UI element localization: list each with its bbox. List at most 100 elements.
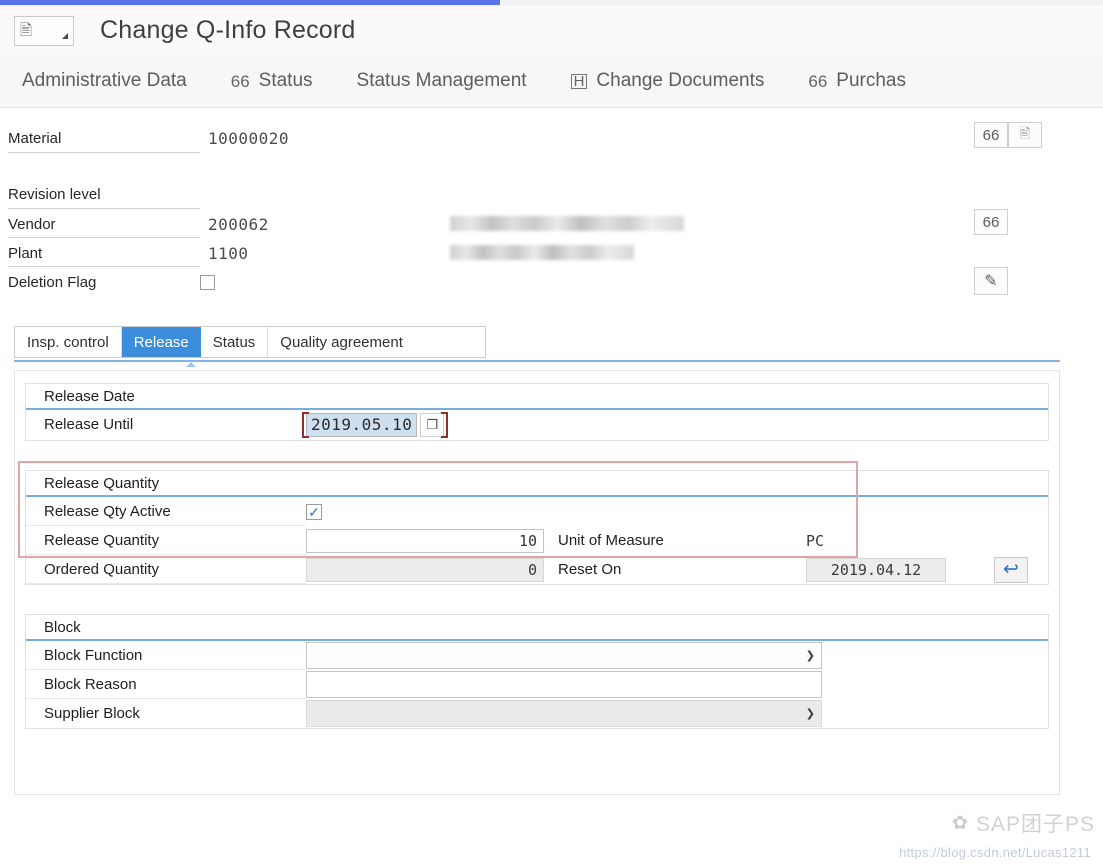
- edit-document-icon: ✎: [984, 273, 998, 290]
- edit-deletion-button[interactable]: ✎: [974, 267, 1008, 295]
- supplier-block-label: Supplier Block: [44, 705, 140, 722]
- navigation-tab-strip: Administrative Data 66 Status Status Man…: [0, 55, 1103, 108]
- release-tab-content-panel: Release Date Release Until 2019.05.10 ❐ …: [14, 370, 1060, 795]
- copy-icon: ❐: [426, 416, 439, 432]
- nav-tab-status[interactable]: 66 Status: [209, 55, 335, 107]
- field-row-release-until: Release Until 2019.05.10 ❐: [26, 410, 1048, 439]
- block-group: Block Block Function ❯ Block Reason Supp…: [25, 614, 1049, 729]
- block-reason-input[interactable]: [306, 671, 822, 698]
- record-card-icon-button[interactable]: 🖹: [14, 15, 74, 46]
- release-until-label: Release Until: [44, 416, 134, 433]
- glasses-icon: 66: [982, 126, 1000, 144]
- material-label: Material: [8, 129, 62, 147]
- display-material-button[interactable]: 66: [974, 122, 1008, 148]
- focus-bracket-left-icon: [302, 411, 309, 438]
- nav-tab-label: Change Documents: [596, 70, 765, 91]
- plant-value: 1100: [208, 243, 249, 263]
- nav-tab-label: Administrative Data: [22, 70, 187, 91]
- nav-tab-administrative-data[interactable]: Administrative Data: [0, 55, 209, 107]
- field-row-block-reason: Block Reason: [26, 670, 1048, 699]
- release-quantity-label: Release Quantity: [26, 526, 306, 555]
- reset-on-value: 2019.04.12: [806, 557, 946, 582]
- block-function-label: Block Function: [26, 641, 306, 670]
- nav-tab-change-documents[interactable]: H Change Documents: [549, 55, 787, 107]
- unit-of-measure-value: PC: [806, 531, 825, 550]
- field-row-vendor: Vendor 200062: [0, 210, 269, 238]
- chevron-down-icon: ❯: [805, 707, 815, 720]
- vendor-value: 200062: [208, 214, 269, 234]
- vendor-label: Vendor: [8, 215, 56, 233]
- watermark-logo: ✿ SAP团子PS: [952, 808, 1095, 838]
- deletion-flag-label: Deletion Flag: [8, 273, 97, 291]
- reset-on-label: Reset On: [558, 561, 622, 578]
- active-subtab-caret-icon: [186, 362, 196, 367]
- glasses-icon: 66: [982, 213, 1000, 231]
- subtab-release[interactable]: Release: [121, 327, 201, 357]
- chevron-down-icon: ❯: [805, 649, 815, 662]
- watermark-text: SAP团子PS: [975, 813, 1095, 836]
- title-bar: 🖹 Change Q-Info Record: [0, 6, 1103, 55]
- field-row-material: Material 10000020: [0, 124, 289, 152]
- display-vendor-button[interactable]: 66: [974, 209, 1008, 235]
- page-title: Change Q-Info Record: [100, 16, 356, 44]
- subtab-label: Insp. control: [27, 333, 109, 351]
- field-row-block-function: Block Function ❯: [26, 641, 1048, 670]
- field-row-release-quantity: Release Quantity 10 Unit of Measure PC: [26, 526, 1048, 555]
- glasses-icon: 66: [808, 71, 828, 91]
- revision-level-underline: [8, 208, 200, 209]
- block-group-title: Block: [26, 615, 1048, 641]
- reset-undo-button[interactable]: ↩: [994, 556, 1028, 583]
- unit-of-measure-label: Unit of Measure: [558, 532, 664, 549]
- supplier-block-select[interactable]: ❯: [306, 700, 822, 727]
- record-card-icon: 🖹: [20, 22, 33, 39]
- subtab-label: Quality agreement: [280, 333, 403, 351]
- subtab-status[interactable]: Status: [201, 327, 269, 357]
- release-quantity-group-title: Release Quantity: [26, 471, 1048, 497]
- glasses-icon: 66: [230, 71, 250, 91]
- ordered-quantity-value: 0: [306, 557, 544, 582]
- field-row-deletion-flag: Deletion Flag: [0, 268, 215, 296]
- plant-label: Plant: [8, 244, 43, 262]
- material-underline: [8, 152, 200, 153]
- release-quantity-group: Release Quantity Release Qty Active ✓ Re…: [25, 470, 1049, 585]
- plant-name-redacted: [450, 245, 634, 260]
- ordered-quantity-label: Ordered Quantity: [26, 555, 306, 584]
- material-detail-button[interactable]: 🖹: [1008, 122, 1042, 148]
- dropdown-corner-icon: [62, 32, 68, 39]
- release-date-group-title: Release Date: [26, 384, 1048, 410]
- vendor-underline: [8, 237, 200, 238]
- history-icon: H: [570, 73, 588, 89]
- subtab-label: Release: [133, 333, 189, 351]
- revision-level-label: Revision level: [8, 185, 101, 203]
- nav-tab-label: Purchas: [836, 70, 906, 91]
- watermark-url: https://blog.csdn.net/Lucas1211: [899, 845, 1091, 860]
- nav-tab-status-management[interactable]: Status Management: [335, 55, 549, 107]
- release-until-input[interactable]: 2019.05.10: [306, 412, 418, 437]
- release-date-group: Release Date Release Until 2019.05.10 ❐: [25, 383, 1049, 441]
- subtab-quality-agreement[interactable]: Quality agreement: [268, 327, 415, 357]
- header-field-area: Material 10000020 Revision level Vendor …: [0, 112, 1103, 307]
- field-row-plant: Plant 1100: [0, 239, 249, 267]
- subtab-insp-control[interactable]: Insp. control: [15, 327, 122, 357]
- subtab-underline: [14, 360, 1060, 362]
- nav-tab-label: Status Management: [356, 70, 527, 91]
- flower-icon: ✿: [952, 812, 968, 834]
- field-row-revision-level: Revision level: [0, 180, 200, 208]
- deletion-flag-checkbox[interactable]: [200, 274, 215, 290]
- field-row-supplier-block: Supplier Block ❯: [26, 699, 1048, 728]
- nav-tab-purchasing[interactable]: 66 Purchas: [786, 55, 928, 107]
- release-quantity-input[interactable]: 10: [306, 528, 544, 553]
- subtab-label: Status: [212, 333, 256, 351]
- vendor-name-redacted: [450, 216, 684, 231]
- block-reason-label: Block Reason: [26, 670, 306, 699]
- release-qty-active-checkbox[interactable]: ✓: [306, 503, 322, 520]
- block-function-select[interactable]: ❯: [306, 642, 822, 669]
- field-row-ordered-quantity: Ordered Quantity 0 Reset On 2019.04.12 ↩: [26, 555, 1048, 584]
- sub-tab-strip: Insp. control Release Status Quality agr…: [14, 326, 486, 358]
- focus-bracket-right-icon: [441, 411, 449, 438]
- undo-icon: ↩: [1003, 559, 1019, 580]
- field-row-release-qty-active: Release Qty Active ✓: [26, 497, 1048, 526]
- plant-underline: [8, 266, 200, 267]
- progress-accent-bar: [0, 0, 500, 5]
- release-qty-active-label: Release Qty Active: [26, 497, 306, 526]
